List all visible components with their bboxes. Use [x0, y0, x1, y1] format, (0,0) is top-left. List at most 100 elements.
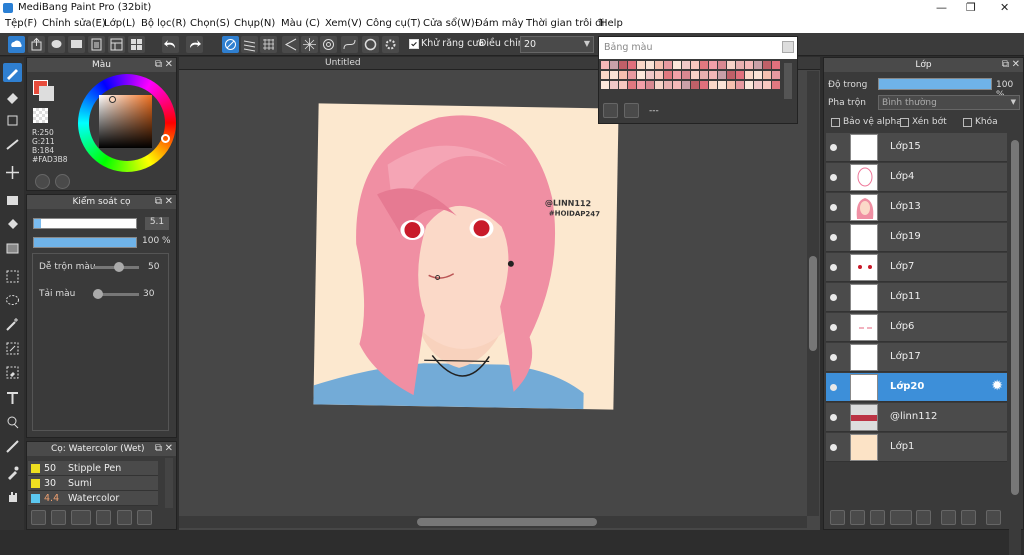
list-item[interactable]: 50 Stipple Pen — [28, 461, 158, 476]
palette-swatch[interactable] — [601, 81, 609, 89]
perspective-snap-icon[interactable] — [282, 36, 299, 53]
detach-icon[interactable]: ⧉ — [155, 58, 162, 72]
detach-icon[interactable]: ⧉ — [155, 195, 162, 209]
eye-icon[interactable] — [830, 444, 837, 451]
list-item[interactable]: 30 Sumi — [28, 476, 158, 491]
lasso-tool-icon[interactable] — [3, 291, 22, 310]
layer-row[interactable]: Lớp19 — [826, 223, 1007, 252]
parallel-snap-icon[interactable] — [241, 36, 258, 53]
palette-swatch[interactable] — [745, 61, 753, 69]
new-8bit-layer-icon[interactable] — [850, 510, 865, 525]
palette-swatch[interactable] — [700, 81, 708, 89]
layer-scrollbar[interactable] — [1009, 140, 1021, 555]
comment-icon[interactable] — [48, 36, 65, 53]
eye-icon[interactable] — [830, 414, 837, 421]
gear-icon[interactable]: ✹ — [991, 378, 1003, 394]
secondary-color-swatch[interactable] — [39, 86, 54, 101]
operation-tool-icon[interactable] — [3, 413, 22, 432]
palette-swatch[interactable] — [610, 71, 618, 79]
menu-view[interactable]: Xem(V) — [325, 18, 362, 29]
new-brush-icon[interactable] — [51, 510, 66, 525]
palette-swatch[interactable] — [646, 61, 654, 69]
bucket-tool-icon[interactable] — [3, 215, 22, 234]
eye-icon[interactable] — [830, 324, 837, 331]
grid-snap-icon[interactable] — [260, 36, 277, 53]
adjust-dropdown[interactable]: 20 ▼ — [520, 36, 594, 53]
merge-down-icon[interactable] — [961, 510, 976, 525]
canvas-vscrollbar[interactable] — [807, 71, 819, 516]
menu-capture[interactable]: Chụp(N) — [234, 18, 275, 29]
layer-blend-dropdown[interactable]: Bình thường ▼ — [878, 95, 1020, 110]
palette-swatch[interactable] — [727, 81, 735, 89]
palette-swatch[interactable] — [700, 71, 708, 79]
layer-row-selected[interactable]: Lớp20 ✹ — [826, 373, 1007, 402]
menu-layer[interactable]: Lớp(L) — [104, 18, 135, 29]
lock-checkbox[interactable] — [963, 118, 972, 127]
palette-swatch[interactable] — [763, 81, 771, 89]
blend-slider[interactable] — [93, 262, 139, 272]
artwork[interactable]: @LINN112 #HOIDAP247 — [313, 103, 619, 410]
menu-window[interactable]: Cửa sổ(W) — [423, 18, 475, 29]
eye-icon[interactable] — [830, 294, 837, 301]
move-tool-icon[interactable] — [3, 163, 22, 182]
select-eraser-icon[interactable] — [3, 363, 22, 382]
close-icon[interactable]: ✕ — [165, 195, 173, 209]
eye-icon[interactable] — [830, 384, 837, 391]
settings-icon[interactable] — [382, 36, 399, 53]
layer-row[interactable]: Lớp11 — [826, 283, 1007, 312]
add-brush-icon[interactable] — [31, 510, 46, 525]
palette-swatch[interactable] — [754, 61, 762, 69]
palette-swatch[interactable] — [673, 81, 681, 89]
eye-icon[interactable] — [830, 234, 837, 241]
palette-swatch[interactable] — [628, 81, 636, 89]
palette-swatch[interactable] — [772, 81, 780, 89]
brush-tool-icon[interactable] — [3, 63, 22, 82]
eyedropper-icon[interactable] — [3, 463, 22, 482]
trash-icon[interactable] — [624, 103, 639, 118]
palette-swatch[interactable] — [655, 61, 663, 69]
palette-scrollbar[interactable] — [784, 63, 792, 99]
close-icon[interactable]: ✕ — [1012, 58, 1020, 72]
rectangle-tool-icon[interactable] — [3, 111, 22, 130]
clipping-checkbox[interactable] — [900, 118, 909, 127]
folder-icon[interactable] — [916, 510, 931, 525]
eye-icon[interactable] — [830, 174, 837, 181]
curve-snap-icon[interactable] — [341, 36, 358, 53]
palette-swatch[interactable] — [637, 71, 645, 79]
minimize-icon[interactable]: — — [936, 1, 947, 14]
palette-swatch[interactable] — [646, 71, 654, 79]
detach-icon[interactable]: ⧉ — [155, 442, 162, 456]
line-tool-icon[interactable] — [3, 135, 22, 154]
color-amount-slider[interactable] — [93, 289, 139, 299]
palette-swatch[interactable] — [610, 81, 618, 89]
menu-color[interactable]: Màu (C) — [281, 18, 320, 29]
duplicate-layer-icon[interactable] — [941, 510, 956, 525]
layer-row[interactable]: Lớp7 — [826, 253, 1007, 282]
radial-snap-icon[interactable] — [301, 36, 318, 53]
close-icon[interactable]: ✕ — [165, 58, 173, 72]
fill-rect-tool-icon[interactable] — [3, 191, 22, 210]
palette-swatch[interactable] — [763, 71, 771, 79]
palette-swatch[interactable] — [664, 71, 672, 79]
eye-icon[interactable] — [830, 144, 837, 151]
palette-swatch[interactable] — [601, 71, 609, 79]
brush-size-value[interactable]: 5.1 — [145, 217, 169, 230]
folder-icon[interactable] — [117, 510, 132, 525]
palette-swatch[interactable] — [718, 61, 726, 69]
palette-search[interactable]: Bảng màu — [599, 37, 797, 59]
redo-icon[interactable] — [186, 36, 203, 53]
layer-row[interactable]: Lớp13 — [826, 193, 1007, 222]
divide-tool-icon[interactable] — [3, 437, 22, 456]
palette-swatch[interactable] — [691, 61, 699, 69]
palette-swatch[interactable] — [619, 71, 627, 79]
palette-swatch[interactable] — [763, 61, 771, 69]
close-icon[interactable]: ✕ — [1000, 1, 1009, 14]
brush-list-scrollbar[interactable] — [165, 458, 173, 508]
palette-swatch[interactable] — [772, 71, 780, 79]
palette-swatch[interactable] — [637, 81, 645, 89]
palette-swatch[interactable] — [601, 61, 609, 69]
new-1bit-layer-icon[interactable] — [870, 510, 885, 525]
gradient-tool-icon[interactable] — [3, 239, 22, 258]
layer-row[interactable]: Lớp17 — [826, 343, 1007, 372]
brush-size-slider[interactable] — [33, 218, 137, 229]
